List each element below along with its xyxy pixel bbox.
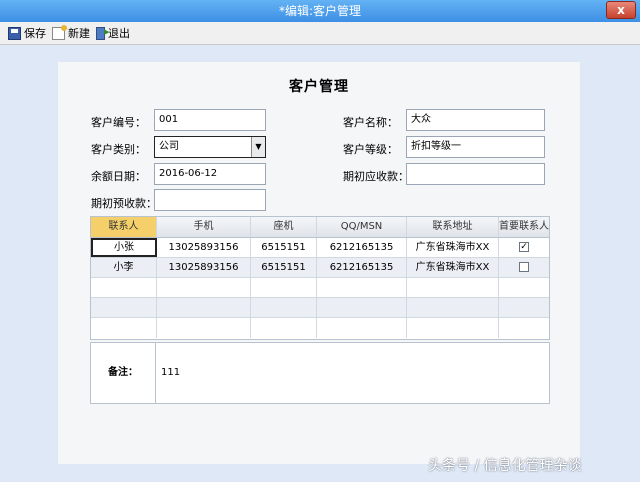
phone-cell[interactable]: 6515151 [251, 258, 317, 277]
save-icon [8, 26, 21, 40]
empty-cell[interactable] [499, 298, 549, 317]
column-header-address[interactable]: 联系地址 [407, 217, 499, 237]
column-header-mobile[interactable]: 手机 [157, 217, 251, 237]
table-row-empty[interactable] [91, 318, 549, 338]
empty-cell[interactable] [499, 318, 549, 338]
address-cell[interactable]: 广东省珠海市XX [407, 258, 499, 277]
initial-receivable-label: 期初应收款： [343, 170, 409, 183]
window-titlebar: *编辑:客户管理 x [0, 0, 640, 22]
customer-level-label: 客户等级： [343, 143, 398, 156]
mobile-cell[interactable]: 13025893156 [157, 258, 251, 277]
table-header: 联系人 手机 座机 QQ/MSN 联系地址 首要联系人 [91, 217, 549, 238]
table-row[interactable]: 小张 13025893156 6515151 6212165135 广东省珠海市… [91, 238, 549, 258]
form-title: 客户管理 [289, 79, 349, 95]
qq-cell[interactable]: 6212165135 [317, 238, 407, 257]
exit-label: 退出 [108, 27, 130, 40]
initial-prepaid-label: 期初预收款： [91, 197, 157, 210]
empty-cell[interactable] [317, 278, 407, 297]
customer-code-input[interactable]: 001 [154, 109, 266, 131]
exit-icon [96, 25, 110, 40]
notes-section: 备注： 111 [90, 342, 550, 404]
customer-type-value: 公司 [159, 141, 179, 152]
empty-cell[interactable] [317, 318, 407, 338]
table-row-empty[interactable] [91, 298, 549, 318]
column-header-qq[interactable]: QQ/MSN [317, 217, 407, 237]
empty-cell[interactable] [157, 278, 251, 297]
table-row-empty[interactable] [91, 278, 549, 298]
customer-name-label: 客户名称： [343, 116, 398, 129]
customer-type-select[interactable]: 公司 ▼ [154, 136, 266, 158]
watermark: 头条号 / 信息化管理杂谈 [428, 458, 582, 474]
save-button[interactable]: 保存 [8, 25, 46, 41]
empty-cell[interactable] [91, 298, 157, 317]
exit-button[interactable]: 退出 [96, 25, 130, 41]
empty-cell[interactable] [407, 318, 499, 338]
empty-cell[interactable] [407, 278, 499, 297]
customer-type-label: 客户类别： [91, 143, 146, 156]
mobile-cell[interactable]: 13025893156 [157, 238, 251, 257]
primary-contact-checkbox[interactable]: ✓ [519, 242, 529, 252]
customer-form-panel: 客户管理 客户编号： 001 客户名称： 大众 客户类别： 公司 ▼ 客户等级：… [58, 62, 580, 464]
empty-cell[interactable] [91, 318, 157, 338]
column-header-contact[interactable]: 联系人 [91, 217, 157, 237]
empty-cell[interactable] [499, 278, 549, 297]
close-button[interactable]: x [606, 1, 636, 19]
window-title: *编辑:客户管理 [278, 4, 362, 18]
toolbar: 保存 新建 退出 [0, 22, 640, 45]
phone-cell[interactable]: 6515151 [251, 238, 317, 257]
qq-cell[interactable]: 6212165135 [317, 258, 407, 277]
column-header-phone[interactable]: 座机 [251, 217, 317, 237]
initial-receivable-input[interactable] [406, 163, 545, 185]
contact-name-cell[interactable]: 小李 [91, 258, 157, 277]
save-label: 保存 [24, 27, 46, 40]
balance-date-label: 余额日期： [91, 170, 146, 183]
contacts-table: 联系人 手机 座机 QQ/MSN 联系地址 首要联系人 小张 130258931… [90, 216, 550, 340]
empty-cell[interactable] [157, 318, 251, 338]
primary-contact-cell[interactable] [499, 258, 549, 277]
initial-prepaid-input[interactable] [154, 189, 266, 211]
customer-name-input[interactable]: 大众 [406, 109, 545, 131]
customer-code-label: 客户编号： [91, 116, 146, 129]
primary-contact-cell[interactable]: ✓ [499, 238, 549, 257]
notes-input[interactable]: 111 [161, 367, 180, 378]
dropdown-arrow-icon[interactable]: ▼ [251, 137, 265, 157]
empty-cell[interactable] [251, 278, 317, 297]
empty-cell[interactable] [91, 278, 157, 297]
address-cell[interactable]: 广东省珠海市XX [407, 238, 499, 257]
balance-date-input[interactable]: 2016-06-12 [154, 163, 266, 185]
new-document-icon [52, 24, 67, 40]
empty-cell[interactable] [317, 298, 407, 317]
empty-cell[interactable] [251, 298, 317, 317]
contact-name-cell[interactable]: 小张 [91, 238, 157, 257]
table-row[interactable]: 小李 13025893156 6515151 6212165135 广东省珠海市… [91, 258, 549, 278]
new-button[interactable]: 新建 [52, 24, 90, 41]
empty-cell[interactable] [407, 298, 499, 317]
primary-contact-checkbox[interactable] [519, 262, 529, 272]
column-header-primary[interactable]: 首要联系人 [499, 217, 549, 237]
close-icon: x [617, 3, 625, 17]
empty-cell[interactable] [157, 298, 251, 317]
customer-level-input[interactable]: 折扣等级一 [406, 136, 545, 158]
new-label: 新建 [68, 27, 90, 40]
notes-label: 备注： [91, 343, 156, 403]
empty-cell[interactable] [251, 318, 317, 338]
